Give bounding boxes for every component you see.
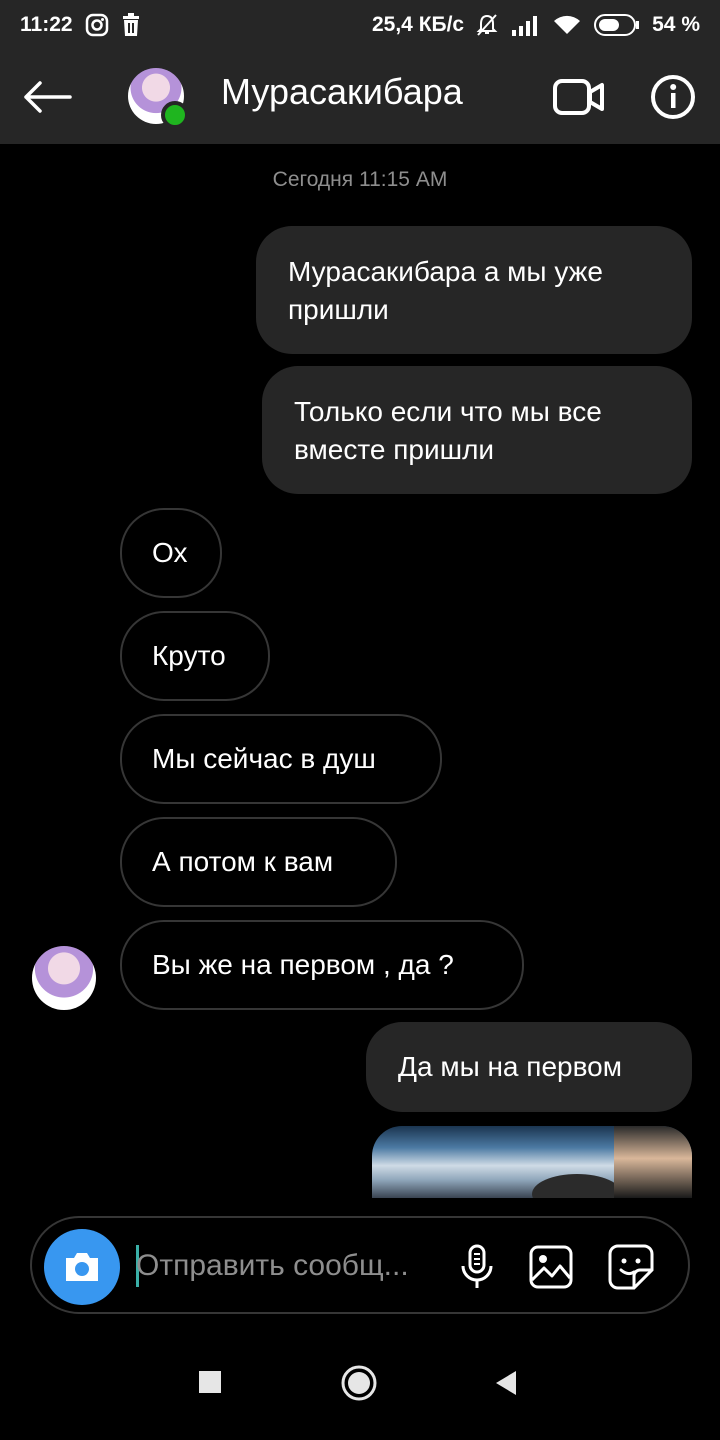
- message-text: Только если что мы все вместе пришли: [294, 396, 602, 465]
- message-composer: [30, 1216, 690, 1314]
- gallery-button[interactable]: [526, 1242, 576, 1292]
- contact-name[interactable]: Мурасакибара: [221, 68, 463, 116]
- chat-header: Мурасакибара: [0, 50, 720, 144]
- sticker-icon: [608, 1244, 654, 1290]
- photo-content: [532, 1174, 622, 1198]
- microphone-button[interactable]: [452, 1242, 502, 1292]
- camera-button[interactable]: [44, 1229, 120, 1305]
- photo-message[interactable]: [372, 1126, 692, 1198]
- message-text: Ох: [152, 537, 188, 568]
- battery-icon: [594, 14, 640, 36]
- message-text: Мурасакибара а мы уже пришли: [288, 256, 603, 325]
- triangle-back-icon: [496, 1371, 516, 1395]
- instagram-icon: [85, 13, 109, 37]
- mute-bell-icon: [476, 13, 498, 37]
- trash-icon: [121, 13, 141, 37]
- message-bubble-incoming[interactable]: Ох: [120, 508, 222, 598]
- message-bubble-incoming[interactable]: Мы сейчас в душ: [120, 714, 442, 804]
- message-bubble-outgoing[interactable]: Только если что мы все вместе пришли: [262, 366, 692, 494]
- status-time: 11:22: [20, 13, 73, 36]
- message-bubble-outgoing[interactable]: Да мы на первом: [366, 1022, 692, 1112]
- battery-percent: 54 %: [652, 13, 700, 36]
- circle-icon: [341, 1365, 377, 1401]
- back-arrow-icon: [24, 81, 72, 113]
- network-speed: 25,4 КБ/с: [371, 13, 465, 36]
- wifi-icon: [552, 14, 582, 36]
- microphone-icon: [461, 1244, 493, 1288]
- info-button[interactable]: [650, 74, 696, 120]
- sender-avatar[interactable]: [32, 946, 96, 1010]
- recents-button[interactable]: [198, 1370, 222, 1399]
- message-bubble-incoming[interactable]: Вы же на первом , да ?: [120, 920, 524, 1010]
- back-nav-button[interactable]: [494, 1370, 518, 1401]
- message-text: Вы же на первом , да ?: [152, 949, 454, 980]
- home-button[interactable]: [340, 1364, 378, 1407]
- message-text: А потом к вам: [152, 846, 334, 877]
- camera-icon: [66, 1253, 98, 1281]
- square-icon: [199, 1371, 221, 1393]
- photo-content-figure: [614, 1126, 692, 1198]
- back-button[interactable]: [20, 72, 74, 122]
- message-text: Да мы на первом: [398, 1051, 622, 1082]
- message-bubble-incoming[interactable]: Круто: [120, 611, 270, 701]
- video-camera-icon: [553, 79, 604, 115]
- signal-icon: [510, 14, 540, 36]
- video-call-button[interactable]: [552, 76, 606, 118]
- conversation-timestamp: Сегодня 11:15 AM: [272, 168, 448, 191]
- sticker-button[interactable]: [606, 1242, 656, 1292]
- message-text: Круто: [152, 640, 226, 671]
- message-bubble-outgoing[interactable]: Мурасакибара а мы уже пришли: [256, 226, 692, 354]
- gallery-icon: [529, 1245, 573, 1289]
- message-text: Мы сейчас в душ: [152, 743, 376, 774]
- status-bar: 11:22 25,4 КБ/с 54 %: [0, 0, 720, 50]
- message-input[interactable]: [136, 1238, 426, 1294]
- info-icon: [651, 75, 695, 119]
- online-status-dot: [161, 101, 189, 129]
- system-nav-bar: [0, 1330, 720, 1440]
- message-bubble-incoming[interactable]: А потом к вам: [120, 817, 397, 907]
